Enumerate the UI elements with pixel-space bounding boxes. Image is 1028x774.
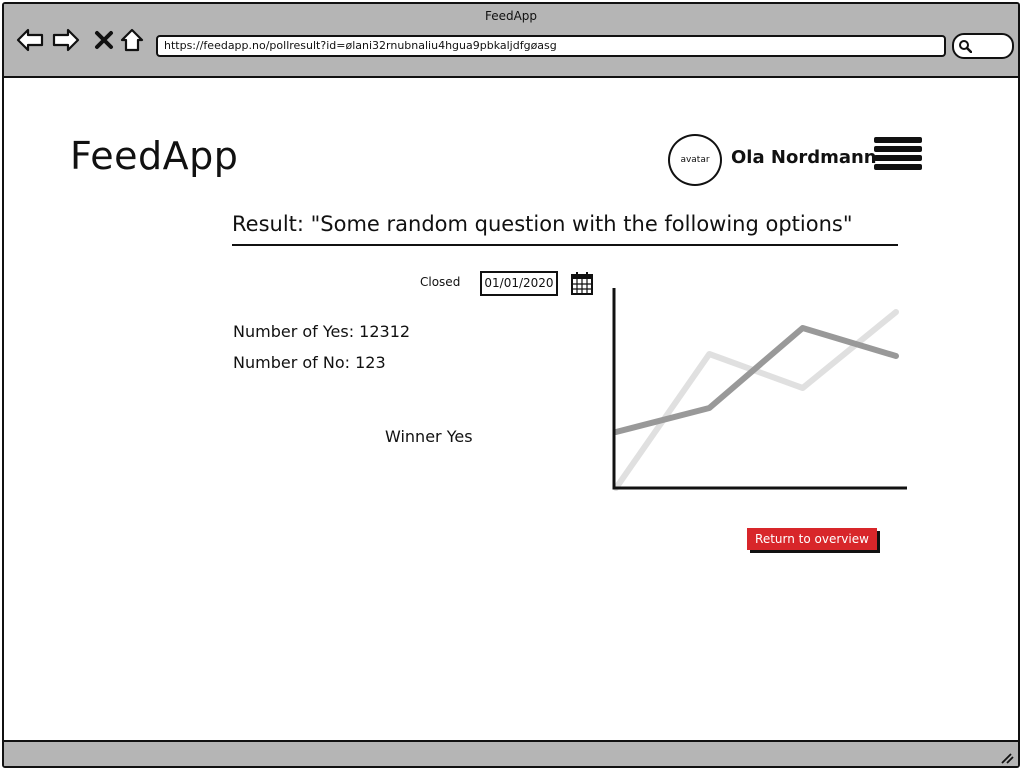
closed-date-field[interactable]: 01/01/2020: [480, 271, 558, 296]
username: Ola Nordmann: [731, 147, 877, 168]
hamburger-menu-icon[interactable]: [874, 137, 922, 177]
return-to-overview-button[interactable]: Return to overview: [747, 528, 877, 550]
chart-series-line-2: [613, 325, 899, 435]
brand-logo[interactable]: FeedApp: [70, 134, 238, 178]
home-icon[interactable]: [118, 26, 146, 54]
no-count: Number of No: 123: [233, 353, 386, 372]
yes-count: Number of Yes: 12312: [233, 322, 411, 341]
avatar[interactable]: avatar: [668, 134, 722, 186]
calendar-icon[interactable]: [570, 270, 594, 300]
url-bar[interactable]: https://feedapp.no/pollresult?id=ølani32…: [156, 35, 946, 57]
resize-grip-icon[interactable]: [998, 750, 1014, 764]
chart-series-line-1: [613, 309, 899, 491]
back-icon[interactable]: [16, 26, 44, 54]
closed-label: Closed: [420, 275, 461, 289]
page-title: Result: "Some random question with the f…: [232, 212, 853, 236]
forward-icon[interactable]: [52, 26, 80, 54]
window-title: FeedApp: [484, 9, 538, 23]
stop-icon[interactable]: [90, 26, 118, 54]
browser-window: FeedApp https://feedapp.no/pollresult?id…: [2, 2, 1020, 768]
title-divider: [232, 244, 898, 246]
winner-text: Winner Yes: [385, 427, 473, 446]
browser-statusbar: [4, 740, 1018, 766]
browser-titlebar: FeedApp https://feedapp.no/pollresult?id…: [4, 4, 1018, 78]
result-chart: [612, 288, 907, 491]
browser-search-field[interactable]: [952, 33, 1014, 59]
chart-axes: [612, 288, 907, 490]
search-icon: [959, 40, 972, 53]
